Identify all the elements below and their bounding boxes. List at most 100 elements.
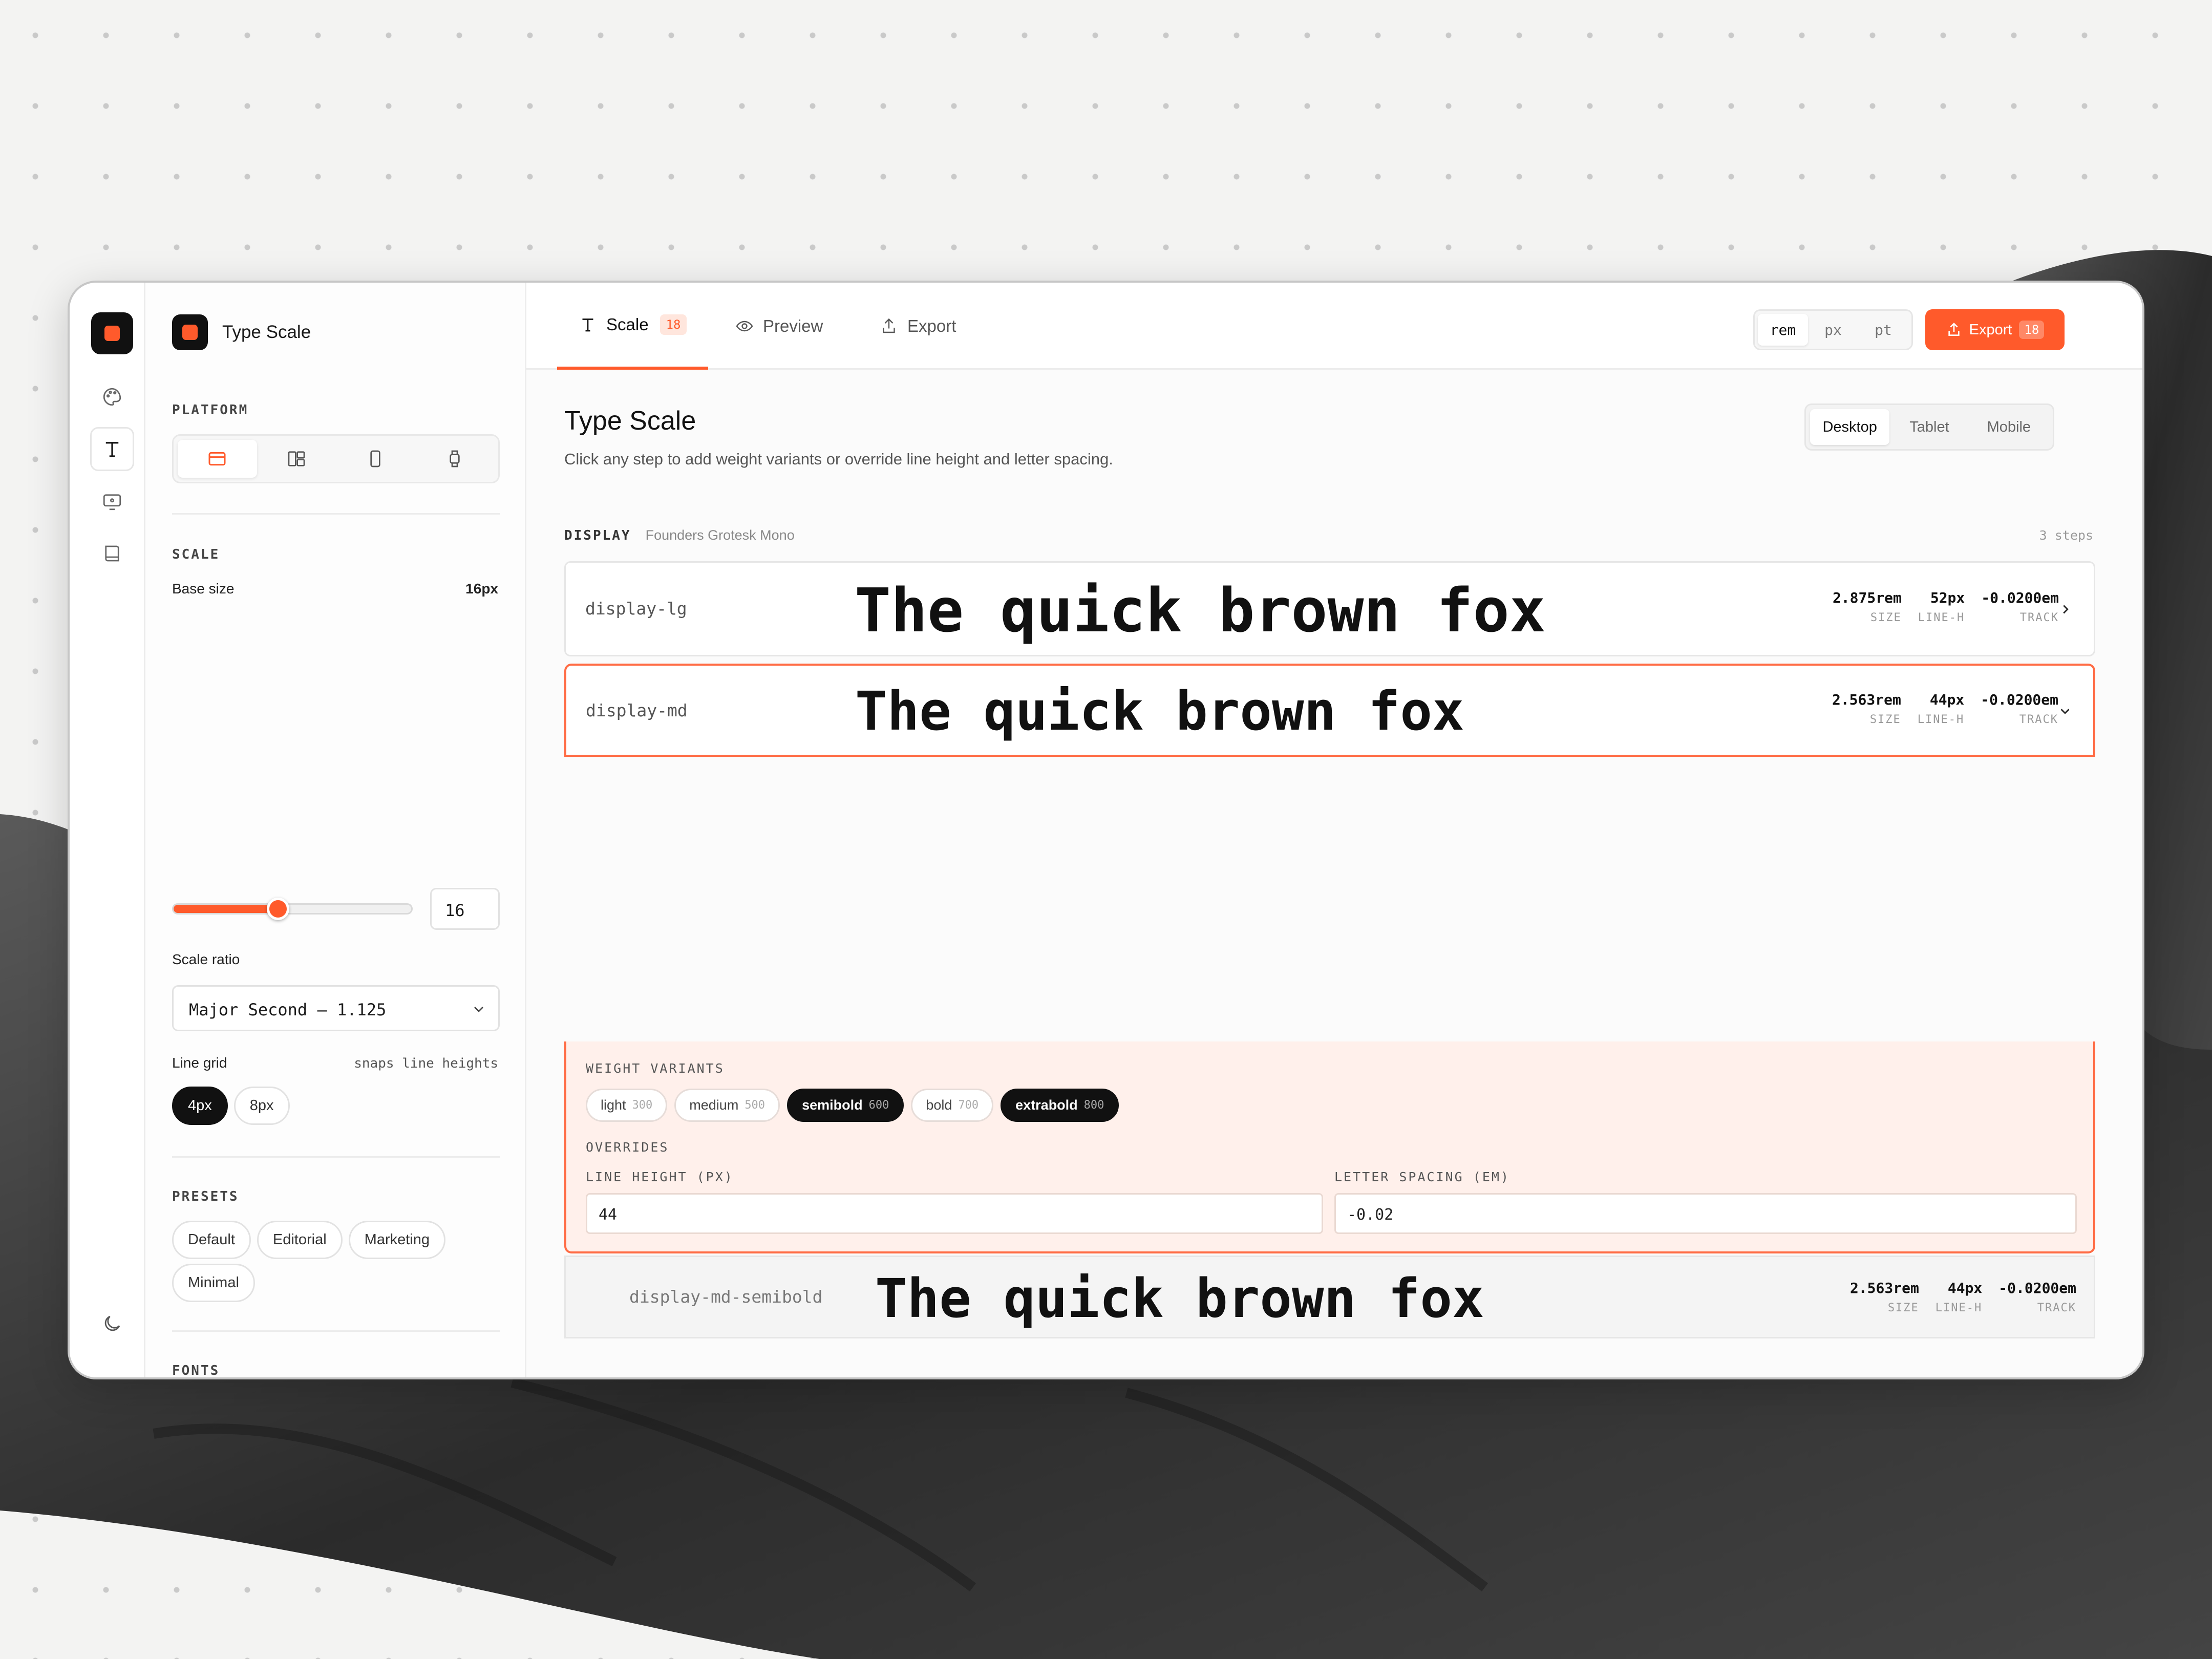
preset-default[interactable]: Default xyxy=(172,1221,251,1259)
base-size-input[interactable]: 16 xyxy=(430,888,500,930)
variant-extrabold[interactable]: extrabold 800 xyxy=(1001,1089,1119,1122)
app-logo[interactable] xyxy=(91,312,133,354)
export-button[interactable]: Export 18 xyxy=(1925,309,2065,350)
line-height-input[interactable]: 44 xyxy=(586,1193,1323,1234)
line-grid-8px[interactable]: 8px xyxy=(233,1087,290,1125)
size-value: 2.563rem xyxy=(1832,691,1901,708)
variant-medium[interactable]: medium 500 xyxy=(674,1089,780,1122)
slider-fill xyxy=(174,905,279,913)
preset-editorial[interactable]: Editorial xyxy=(257,1221,343,1259)
metrics: 2.875rem SIZE 52px LINE-H -0.0200em TRACK xyxy=(1816,589,2059,624)
scale-ratio-label: Scale ratio xyxy=(172,951,240,967)
eye-icon xyxy=(736,321,753,332)
chevron-down-icon[interactable] xyxy=(2057,704,2073,719)
settings-sidebar: Type Scale PLATFORM SCALE Base size 16px… xyxy=(145,283,526,1377)
scale-label: SCALE xyxy=(172,547,220,562)
share-icon xyxy=(1948,323,1960,336)
preset-minimal[interactable]: Minimal xyxy=(172,1264,255,1302)
scale-row-display-lg[interactable]: display-lg The quick brown fox 2.875rem S… xyxy=(564,561,2095,656)
device-desktop[interactable]: Desktop xyxy=(1810,409,1890,445)
device-mobile[interactable]: Mobile xyxy=(1969,409,2049,445)
fonts-label: FONTS xyxy=(172,1363,220,1378)
layout-icon xyxy=(288,451,305,466)
specimen-text: The quick brown fox xyxy=(855,680,1464,742)
variant-semibold[interactable]: semibold 600 xyxy=(787,1089,904,1122)
tab-export[interactable]: Export xyxy=(858,283,977,370)
size-value: 2.563rem xyxy=(1849,1280,1919,1296)
platform-web-button[interactable] xyxy=(178,440,257,478)
scale-ratio-value: Major Second — 1.125 xyxy=(189,1000,387,1019)
unit-rem[interactable]: rem xyxy=(1758,314,1808,346)
page-title: Type Scale xyxy=(564,406,696,436)
brand: Type Scale xyxy=(172,314,311,350)
track-key: TRACK xyxy=(2019,713,2058,726)
base-size-value: 16px xyxy=(465,581,498,597)
platform-phone-button[interactable] xyxy=(336,440,415,478)
variant-name: light xyxy=(601,1097,626,1113)
brand-title: Type Scale xyxy=(222,322,311,342)
type-icon[interactable] xyxy=(90,427,134,471)
group-font: Founders Grotesk Mono xyxy=(645,527,795,543)
platform-layout-button[interactable] xyxy=(257,440,336,478)
variant-bold[interactable]: bold 700 xyxy=(911,1089,994,1122)
tab-scale[interactable]: Scale 18 xyxy=(557,283,709,370)
line-height-value: 52px xyxy=(1930,589,1965,606)
phone-icon xyxy=(370,450,380,467)
unit-selector: rem px pt xyxy=(1753,309,1913,350)
device-tablet[interactable]: Tablet xyxy=(1889,409,1969,445)
book-icon[interactable] xyxy=(90,531,134,576)
tab-export-label: Export xyxy=(907,316,956,335)
variant-name: semibold xyxy=(802,1097,863,1113)
scale-row-display-md-semibold[interactable]: display-md-semibold The quick brown fox … xyxy=(564,1256,2095,1338)
chevron-right-icon[interactable] xyxy=(2058,602,2073,617)
line-grid-options: 4px 8px xyxy=(172,1087,296,1125)
line-grid-label: Line grid xyxy=(172,1055,227,1071)
preset-marketing[interactable]: Marketing xyxy=(348,1221,445,1259)
metrics: 2.563rem SIZE 44px LINE-H -0.0200em TRACK xyxy=(1834,1280,2076,1314)
chevron-down-icon xyxy=(474,1007,483,1012)
size-key: SIZE xyxy=(1887,1302,1919,1314)
moon-icon[interactable] xyxy=(90,1302,134,1346)
track-key: TRACK xyxy=(2037,1302,2076,1314)
platform-watch-button[interactable] xyxy=(415,440,495,478)
unit-pt[interactable]: pt xyxy=(1858,314,1908,346)
letter-spacing-input[interactable]: -0.02 xyxy=(1334,1193,2077,1234)
track-value: -0.0200em xyxy=(1981,589,2059,606)
scale-ratio-select[interactable]: Major Second — 1.125 xyxy=(172,985,500,1031)
icon-rail xyxy=(70,283,145,1377)
line-height-value: 44px xyxy=(1929,691,1965,708)
variant-light[interactable]: light 300 xyxy=(586,1089,668,1122)
scale-row-display-md[interactable]: display-md The quick brown fox 2.563rem S… xyxy=(564,664,2095,757)
variant-weight: 800 xyxy=(1083,1099,1104,1112)
top-bar: Scale 18 Preview Export rem px pt Export… xyxy=(526,283,2142,370)
variant-name: medium xyxy=(689,1097,739,1113)
platform-label: PLATFORM xyxy=(172,402,249,418)
variant-name: extrabold xyxy=(1015,1097,1078,1113)
export-button-label: Export xyxy=(1969,321,2012,338)
monitor-icon[interactable] xyxy=(90,479,134,523)
row-editor-panel: WEIGHT VARIANTS light 300 medium 500 semib… xyxy=(564,1041,2095,1253)
share-icon xyxy=(883,318,895,333)
presets-label: PRESETS xyxy=(172,1189,239,1204)
base-size-label: Base size xyxy=(172,581,235,597)
line-grid-4px[interactable]: 4px xyxy=(172,1087,228,1125)
watch-icon xyxy=(450,450,460,467)
token-name: display-md-semibold xyxy=(629,1287,823,1307)
platform-selector xyxy=(172,434,500,483)
line-height-value: 44px xyxy=(1947,1280,1983,1296)
tab-preview[interactable]: Preview xyxy=(714,283,844,370)
track-value: -0.0200em xyxy=(1998,1280,2076,1296)
group-label: DISPLAY xyxy=(564,528,631,543)
size-value: 2.875rem xyxy=(1832,589,1902,606)
display-group-header: DISPLAY Founders Grotesk Mono 3 steps xyxy=(564,527,2093,543)
palette-icon[interactable] xyxy=(90,375,134,419)
type-icon xyxy=(582,318,593,332)
weight-variants: light 300 medium 500 semibold 600 bold 700 e… xyxy=(586,1089,1126,1122)
specimen-text: The quick brown fox xyxy=(875,1267,1484,1330)
slider-thumb[interactable] xyxy=(267,898,290,920)
token-name: display-lg xyxy=(585,599,687,619)
variant-weight: 500 xyxy=(745,1099,765,1112)
unit-px[interactable]: px xyxy=(1808,314,1858,346)
base-size-slider[interactable] xyxy=(172,898,413,920)
tab-scale-count: 18 xyxy=(660,314,687,335)
